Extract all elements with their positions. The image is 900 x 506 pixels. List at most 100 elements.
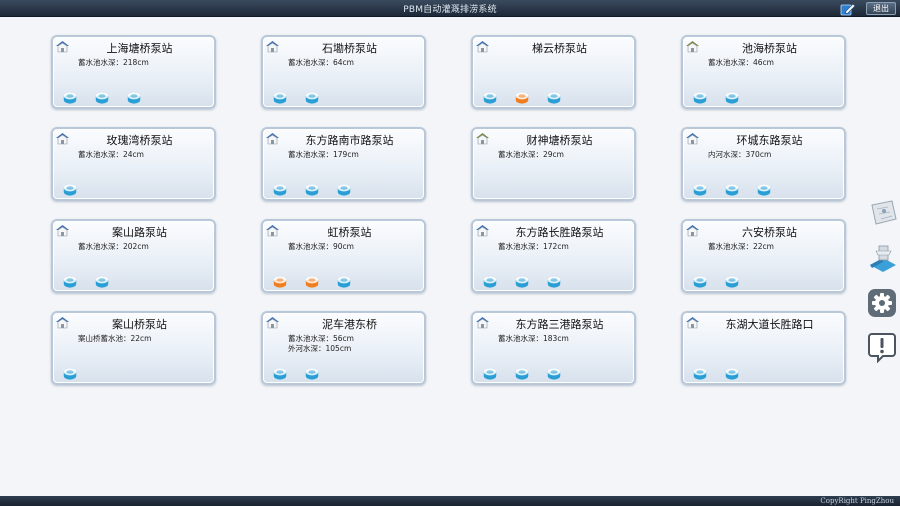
station-card[interactable]: 东方路南市路泵站蓄水池水深：179cm [261, 127, 426, 201]
pump-idle-icon[interactable] [547, 365, 561, 380]
pump-idle-icon[interactable] [273, 89, 287, 104]
status-bar: CopyRight PingZhou [0, 496, 900, 506]
station-name: 虹桥泵站 [327, 226, 372, 239]
station-card[interactable]: 环城东路泵站内河水深：370cm [681, 127, 846, 201]
pump-running-icon[interactable] [305, 273, 319, 288]
pump-house-icon [265, 223, 280, 237]
station-name: 六安桥泵站 [742, 226, 797, 239]
station-card[interactable]: 虹桥泵站蓄水池水深：90cm [261, 219, 426, 293]
pump-idle-icon[interactable] [337, 181, 351, 196]
pump-idle-icon[interactable] [725, 273, 739, 288]
pump-idle-icon[interactable] [483, 89, 497, 104]
station-card[interactable]: 泥车港东桥 蓄水池水深：56cm 外河水深：105cm [261, 311, 426, 385]
station-card[interactable]: 玫瑰湾桥泵站蓄水池水深：24cm [51, 127, 216, 201]
pump-idle-icon[interactable] [63, 89, 77, 104]
station-card[interactable]: 东方路长胜路泵站 蓄水池水深：172cm [471, 219, 636, 293]
station-card[interactable]: 梯云桥泵站 [471, 35, 636, 109]
pump-idle-icon[interactable] [483, 365, 497, 380]
water-depth-reading: 案山桥蓄水池：22cm [78, 334, 152, 343]
pump-house-icon [475, 315, 490, 329]
pump-idle-icon[interactable] [725, 89, 739, 104]
pump-house-icon [265, 39, 280, 53]
water-depth-reading: 蓄水池水深：183cm [498, 334, 569, 343]
station-name: 财神塘桥泵站 [526, 134, 593, 147]
pump-idle-icon[interactable] [63, 365, 77, 380]
pump-idle-icon[interactable] [337, 273, 351, 288]
water-depth-reading: 蓄水池水深：218cm [78, 58, 149, 67]
station-card[interactable]: 东湖大道长胜路口 [681, 311, 846, 385]
pump-house-icon [265, 315, 280, 329]
pump-running-icon[interactable] [273, 273, 287, 288]
pump-idle-icon[interactable] [95, 273, 109, 288]
pump-idle-icon[interactable] [547, 273, 561, 288]
station-name: 石墈桥泵站 [322, 42, 377, 55]
pump-idle-icon[interactable] [725, 181, 739, 196]
pump-idle-icon[interactable] [273, 181, 287, 196]
copyright-text: CopyRight PingZhou [820, 497, 894, 505]
water-depth-reading: 外河水深：105cm [288, 344, 352, 353]
station-grid: 上海塘桥泵站 蓄水池水深：218cm 石墈桥泵站 蓄水池水深：64cm 梯云桥泵站 池海桥… [51, 35, 846, 385]
pump-idle-icon[interactable] [725, 365, 739, 380]
water-depth-reading: 内河水深：370cm [708, 150, 772, 159]
title-bar: PBM自动灌溉排涝系统 退出 [0, 0, 900, 17]
pump-idle-icon[interactable] [515, 273, 529, 288]
app-title: PBM自动灌溉排涝系统 [403, 5, 497, 15]
pump-idle-icon[interactable] [515, 365, 529, 380]
pump-idle-icon[interactable] [693, 273, 707, 288]
pump-idle-icon[interactable] [63, 273, 77, 288]
station-name: 案山路泵站 [112, 226, 167, 239]
pump-idle-icon[interactable] [693, 89, 707, 104]
pump-house-icon [55, 315, 70, 329]
pump-idle-icon[interactable] [305, 181, 319, 196]
pump-house-icon [265, 131, 280, 145]
map-icon[interactable] [866, 199, 900, 227]
exit-button[interactable]: 退出 [866, 2, 896, 15]
pump-house-icon [685, 315, 700, 329]
water-depth-reading: 蓄水池水深：172cm [498, 242, 569, 251]
pump-running-icon[interactable] [515, 89, 529, 104]
station-card[interactable]: 六安桥泵站蓄水池水深：22cm [681, 219, 846, 293]
pump-control-icon[interactable] [866, 243, 900, 273]
pump-idle-icon[interactable] [483, 273, 497, 288]
station-card[interactable]: 上海塘桥泵站蓄水池水深：218cm [51, 35, 216, 109]
station-name: 玫瑰湾桥泵站 [106, 134, 173, 147]
water-depth-reading: 蓄水池水深：24cm [78, 150, 144, 159]
pump-idle-icon[interactable] [547, 89, 561, 104]
pump-idle-icon[interactable] [305, 89, 319, 104]
alert-icon[interactable] [866, 331, 898, 363]
station-name: 泥车港东桥 [322, 318, 377, 331]
pump-house-icon [55, 223, 70, 237]
pump-idle-icon[interactable] [127, 89, 141, 104]
pump-idle-icon[interactable] [693, 365, 707, 380]
pump-idle-icon[interactable] [95, 89, 109, 104]
station-name: 东方路三港路泵站 [515, 318, 604, 331]
station-name: 上海塘桥泵站 [106, 42, 173, 55]
water-depth-reading: 蓄水池水深：179cm [288, 150, 359, 159]
gear-icon[interactable] [866, 288, 898, 318]
station-name: 环城东路泵站 [736, 134, 803, 147]
pump-idle-icon[interactable] [305, 365, 319, 380]
pump-idle-icon[interactable] [693, 181, 707, 196]
pump-idle-icon[interactable] [273, 365, 287, 380]
station-name: 东方路南市路泵站 [305, 134, 394, 147]
water-depth-reading: 蓄水池水深：90cm [288, 242, 354, 251]
station-name: 案山桥泵站 [112, 318, 167, 331]
station-card[interactable]: 池海桥泵站蓄水池水深：46cm [681, 35, 846, 109]
water-depth-reading: 蓄水池水深：22cm [708, 242, 774, 251]
water-depth-reading: 蓄水池水深：202cm [78, 242, 149, 251]
station-card[interactable]: 案山桥泵站案山桥蓄水池：22cm [51, 311, 216, 385]
pump-house-icon [685, 223, 700, 237]
pump-idle-icon[interactable] [63, 181, 77, 196]
station-card[interactable]: 石墈桥泵站蓄水池水深：64cm [261, 35, 426, 109]
station-card[interactable]: 东方路三港路泵站蓄水池水深：183cm [471, 311, 636, 385]
pump-house-icon [55, 131, 70, 145]
station-name: 池海桥泵站 [742, 42, 797, 55]
station-card[interactable]: 案山路泵站蓄水池水深：202cm [51, 219, 216, 293]
water-depth-reading: 蓄水池水深：64cm [288, 58, 354, 67]
station-card[interactable]: 财神塘桥泵站蓄水池水深：29cm [471, 127, 636, 201]
water-depth-reading: 蓄水池水深：29cm [498, 150, 564, 159]
pump-idle-icon[interactable] [757, 181, 771, 196]
water-depth-reading: 蓄水池水深：46cm [708, 58, 774, 67]
pump-house-icon [685, 39, 700, 53]
user-edit-icon[interactable] [840, 1, 856, 16]
